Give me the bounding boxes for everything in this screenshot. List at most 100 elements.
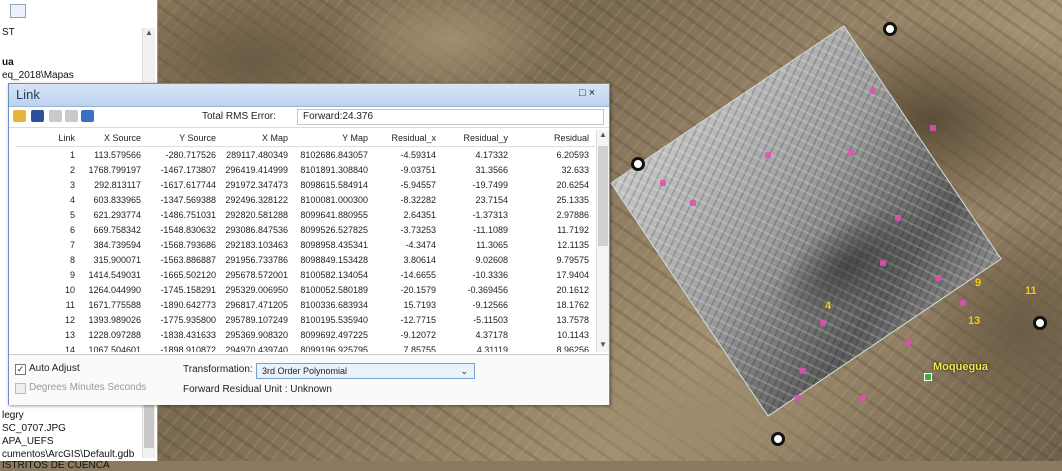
control-point[interactable] [935, 275, 941, 281]
table-row[interactable]: 2 1768.799197 -1467.173807 296419.414999 810… [15, 162, 595, 177]
table-cell: -14.6655 [400, 269, 436, 280]
catalog-item[interactable]: ST [2, 27, 15, 38]
rms-error-value: Forward:24.376 [297, 109, 604, 125]
transformation-dropdown[interactable]: 3rd Order Polynomial ⌄ [256, 363, 475, 379]
table-cell: -1665.502120 [160, 269, 216, 280]
table-row[interactable]: 7 384.739594 -1568.793686 292183.103463 8098… [15, 237, 595, 252]
table-cell: -1486.751031 [160, 209, 216, 220]
table-row[interactable]: 11 1671.775588 -1890.642773 296817.471205 81… [15, 297, 595, 312]
table-cell: 10 [64, 284, 75, 295]
table-row[interactable]: 4 603.833965 -1347.569388 292496.328122 8100… [15, 192, 595, 207]
table-cell: 621.293774 [93, 209, 141, 220]
table-row[interactable]: 6 669.758342 -1548.830632 293086.847536 8099… [15, 222, 595, 237]
ortho-corner-handle[interactable] [883, 22, 897, 36]
control-point[interactable] [660, 180, 666, 186]
table-cell: -1890.642773 [160, 299, 216, 310]
table-cell: 296419.414999 [225, 164, 288, 175]
control-point[interactable] [895, 215, 901, 221]
catalog-item[interactable]: APA_UEFS [2, 436, 54, 447]
table-cell: 8100195.535940 [300, 314, 368, 325]
table-cell: 8099692.497225 [300, 329, 368, 340]
table-scrollbar[interactable]: ▲ ▼ [596, 130, 609, 352]
table-cell: -9.03751 [400, 164, 436, 175]
ortho-corner-handle[interactable] [771, 432, 785, 446]
catalog-item[interactable]: ISTRITOS DE CUENCA [2, 460, 110, 471]
table-cell: 3 [69, 179, 75, 190]
ortho-corner-handle[interactable] [631, 157, 645, 171]
table-cell: -1617.617744 [160, 179, 216, 190]
table-cell: 295678.572001 [225, 269, 288, 280]
auto-adjust-checkbox[interactable]: ✓ [15, 364, 26, 375]
catalog-item[interactable]: cumentos\ArcGIS\Default.gdb [2, 449, 134, 460]
control-point[interactable] [848, 150, 854, 156]
place-marker-icon[interactable] [924, 373, 932, 381]
table-cell: -5.11503 [473, 314, 508, 325]
scroll-up-icon[interactable]: ▲ [599, 130, 607, 139]
table-cell: 384.739594 [93, 239, 141, 250]
column-header[interactable]: Residual_y [442, 130, 514, 147]
column-header[interactable]: Residual_x [374, 130, 442, 147]
control-point[interactable] [930, 125, 936, 131]
control-point-number: 9 [975, 277, 982, 289]
table-cell: -12.7715 [400, 314, 436, 325]
table-cell: 669.758342 [93, 224, 141, 235]
scroll-up-icon[interactable]: ▲ [145, 28, 153, 37]
open-folder-icon[interactable] [13, 110, 26, 122]
table-cell: -9.12072 [400, 329, 436, 340]
control-point[interactable] [820, 320, 826, 326]
table-row[interactable]: 13 1228.097288 -1838.431633 295369.908320 80… [15, 327, 595, 342]
table-row[interactable]: 1 113.579566 -280.717526 289117.480349 81026… [15, 147, 595, 163]
window-controls[interactable]: □ × [579, 87, 595, 99]
catalog-item[interactable]: SC_0707.JPG [2, 423, 66, 434]
table-cell: -1467.173807 [160, 164, 216, 175]
control-point[interactable] [795, 395, 801, 401]
catalog-toolbar-icon[interactable] [10, 4, 26, 18]
table-row[interactable]: 5 621.293774 -1486.751031 292820.581288 8099… [15, 207, 595, 222]
control-point[interactable] [800, 368, 806, 374]
table-row[interactable]: 3 292.813117 -1617.617744 291972.347473 8098… [15, 177, 595, 192]
dms-checkbox[interactable] [15, 383, 26, 394]
table-cell: -280.717526 [165, 149, 216, 160]
catalog-item[interactable]: eq_2018\Mapas [2, 70, 74, 81]
table-cell: 1768.799197 [88, 164, 141, 175]
catalog-item[interactable]: legry [2, 410, 24, 421]
column-header[interactable]: Y Map [294, 130, 374, 147]
window-title-bar[interactable]: Link □ × [9, 84, 609, 107]
column-header[interactable]: Link [15, 130, 81, 147]
table-cell: -10.3336 [472, 269, 508, 280]
control-point[interactable] [860, 395, 866, 401]
table-row[interactable]: 9 1414.549031 -1665.502120 295678.572001 810… [15, 267, 595, 282]
table-row[interactable]: 10 1264.044990 -1745.158291 295329.006950 81… [15, 282, 595, 297]
dms-label: Degrees Minutes Seconds [29, 382, 147, 393]
control-point[interactable] [960, 300, 966, 306]
column-header[interactable]: X Source [81, 130, 147, 147]
save-icon[interactable] [31, 110, 44, 122]
zoom-to-link-icon[interactable] [65, 110, 78, 122]
table-cell: 2 [69, 164, 75, 175]
forward-residual-unit: Forward Residual Unit : Unknown [183, 384, 332, 395]
table-row[interactable]: 12 1393.989026 -1775.935800 295789.107249 81… [15, 312, 595, 327]
control-point[interactable] [870, 88, 876, 94]
column-header[interactable]: X Map [222, 130, 294, 147]
control-point[interactable] [765, 152, 771, 158]
column-header[interactable]: Residual [514, 130, 595, 147]
control-point[interactable] [690, 200, 696, 206]
table-cell: 292820.581288 [225, 209, 288, 220]
table-cell: 8099196.925795 [300, 344, 368, 353]
control-point[interactable] [880, 260, 886, 266]
catalog-item[interactable]: ua [2, 57, 14, 68]
table-cell: -20.1579 [400, 284, 436, 295]
table-cell: -1347.569388 [160, 194, 216, 205]
table-row[interactable]: 8 315.900071 -1563.886887 291956.733786 8098… [15, 252, 595, 267]
table-row[interactable]: 14 1067.504601 -1898.910872 294970.439740 80… [15, 342, 595, 353]
delete-link-icon[interactable] [81, 110, 94, 122]
table-cell: 12 [64, 314, 75, 325]
column-header[interactable]: Y Source [147, 130, 222, 147]
control-point[interactable] [905, 340, 911, 346]
scrollbar-thumb[interactable] [598, 146, 608, 246]
table-cell: 295789.107249 [225, 314, 288, 325]
select-link-icon[interactable] [49, 110, 62, 122]
ortho-corner-handle[interactable] [1033, 316, 1047, 330]
table-cell: 2.97886 [556, 209, 589, 220]
scroll-down-icon[interactable]: ▼ [599, 340, 607, 349]
